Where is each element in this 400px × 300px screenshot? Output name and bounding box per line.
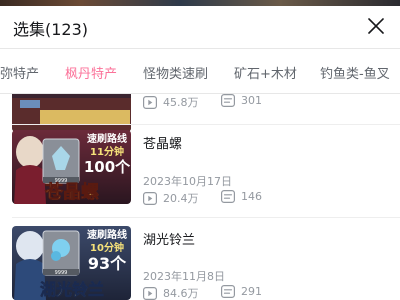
item-count: 9999 xyxy=(55,270,68,276)
danmaku-icon xyxy=(221,94,235,107)
item-divider xyxy=(12,217,400,218)
episode-thumbnail xyxy=(12,94,131,132)
tab-2[interactable]: 怪物类速刷 xyxy=(143,63,208,82)
play-icon xyxy=(143,95,157,109)
item-divider xyxy=(12,124,400,125)
episode-thumbnail: 9999 速刷路线 11分钟 100个 苍晶螺 xyxy=(12,130,131,204)
episode-title: 苍晶螺 xyxy=(143,137,183,152)
episode-item-2[interactable]: 9999 速刷路线 10分钟 93个 湖光铃兰 湖光铃兰 2023年11月8日 … xyxy=(0,226,400,300)
episode-date: 2023年10月17日 xyxy=(143,175,232,188)
play-icon xyxy=(143,191,157,205)
overlay-line-1: 10分钟 xyxy=(90,241,124,254)
overlay-line-2: 100个 xyxy=(84,158,131,176)
danmaku-count: 146 xyxy=(221,190,262,203)
tab-1-active[interactable]: 枫丹特产 xyxy=(65,63,117,82)
episode-item-0[interactable]: 45.8万 301 xyxy=(0,94,400,132)
overlay-line-1: 11分钟 xyxy=(90,145,124,158)
play-icon xyxy=(143,286,157,300)
play-count: 45.8万 xyxy=(143,94,199,110)
play-count: 84.6万 xyxy=(143,285,199,300)
overlay-line-3: 苍晶螺 xyxy=(44,181,99,203)
category-tabs: 弥特产 枫丹特产 怪物类速刷 矿石+木材 钓鱼类-鱼叉 xyxy=(0,48,400,94)
close-icon xyxy=(368,18,384,34)
overlay-line-3: 湖光铃兰 xyxy=(40,280,104,299)
danmaku-count: 291 xyxy=(221,285,262,298)
danmaku-icon xyxy=(221,285,235,298)
panel-title: 选集(123) xyxy=(13,20,89,39)
tab-4[interactable]: 钓鱼类-鱼叉 xyxy=(320,63,390,82)
tab-0[interactable]: 弥特产 xyxy=(0,63,39,82)
overlay-line-0: 速刷路线 xyxy=(87,228,127,241)
episode-date: 2023年11月8日 xyxy=(143,270,225,283)
episode-thumbnail: 9999 速刷路线 10分钟 93个 湖光铃兰 xyxy=(12,226,131,300)
episode-panel-header: 选集(123) xyxy=(0,6,400,48)
danmaku-icon xyxy=(221,190,235,203)
danmaku-count: 301 xyxy=(221,94,262,107)
close-button[interactable] xyxy=(366,16,386,36)
play-count: 20.4万 xyxy=(143,190,199,206)
episode-title: 湖光铃兰 xyxy=(143,233,196,248)
overlay-line-0: 速刷路线 xyxy=(87,132,127,145)
episode-list: 45.8万 301 9999 速刷路线 11分钟 100个 苍晶螺 苍晶螺 20… xyxy=(0,94,400,300)
overlay-line-2: 93个 xyxy=(88,254,127,273)
episode-item-1[interactable]: 9999 速刷路线 11分钟 100个 苍晶螺 苍晶螺 2023年10月17日 … xyxy=(0,130,400,210)
tab-3[interactable]: 矿石+木材 xyxy=(234,63,297,82)
